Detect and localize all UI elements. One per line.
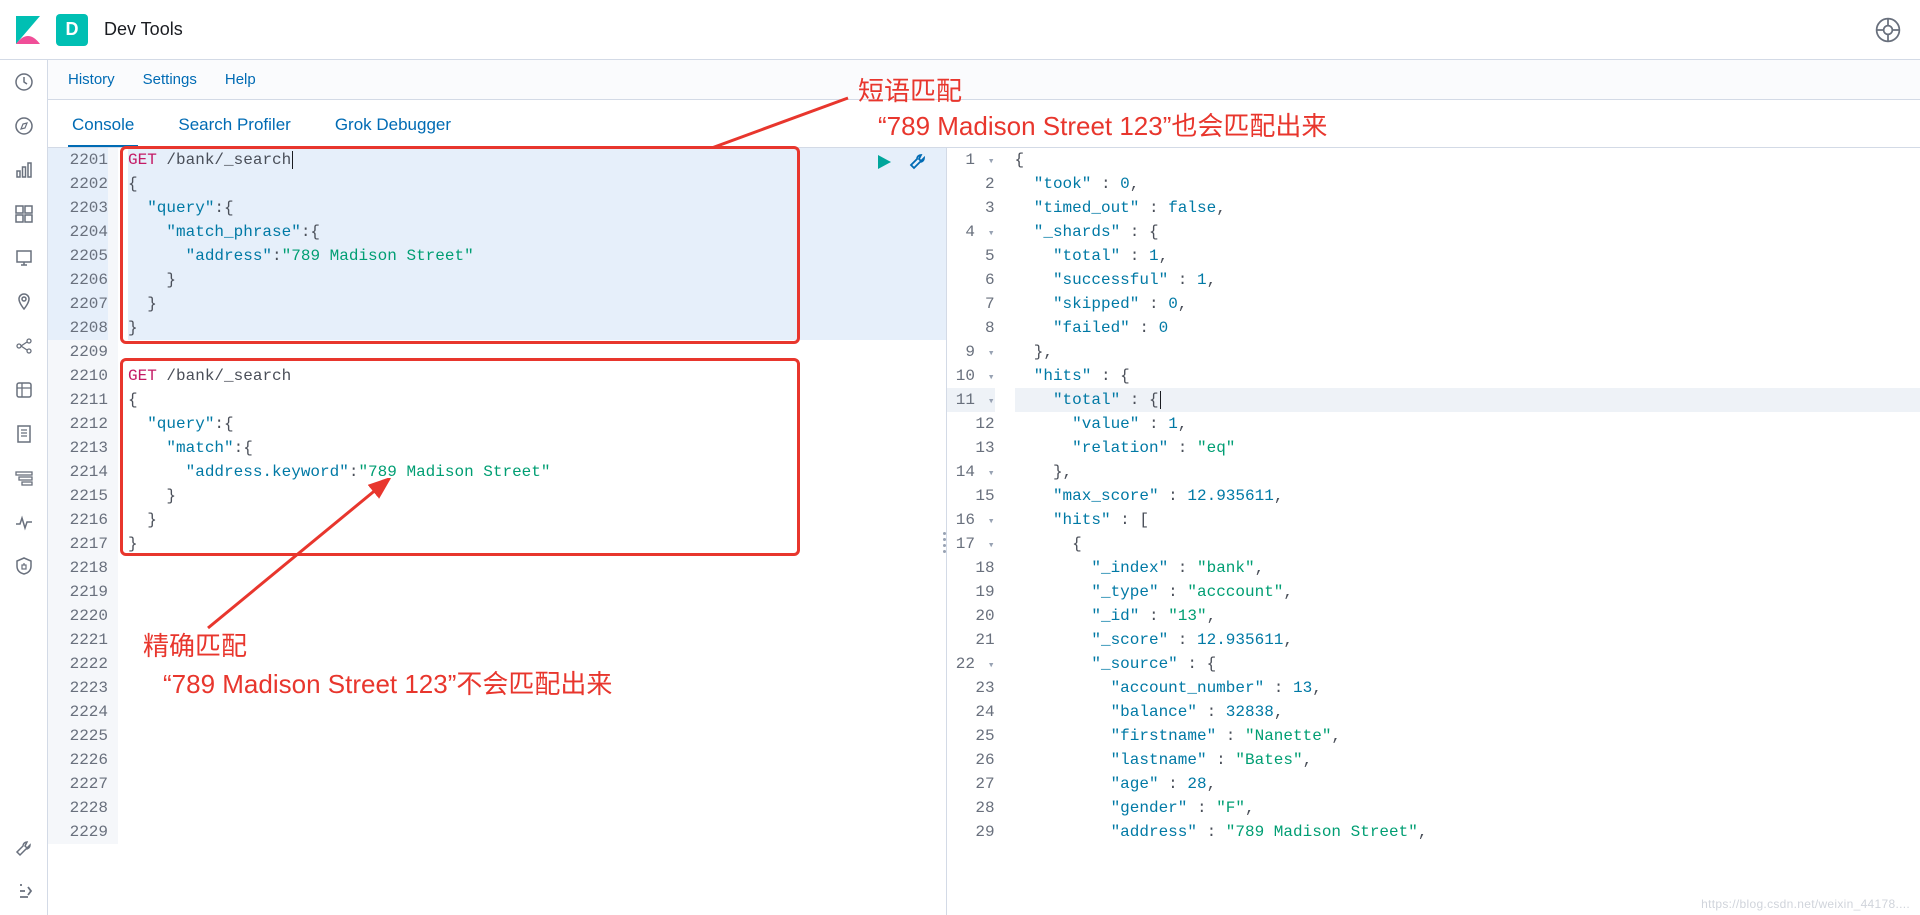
discover-icon[interactable] bbox=[12, 114, 36, 138]
code-line[interactable] bbox=[128, 796, 946, 820]
code-line[interactable]: } bbox=[128, 508, 946, 532]
recent-icon[interactable] bbox=[12, 70, 36, 94]
collapse-icon[interactable] bbox=[12, 879, 36, 903]
code-line[interactable]: } bbox=[128, 268, 946, 292]
infrastructure-icon[interactable] bbox=[12, 378, 36, 402]
apm-icon[interactable] bbox=[12, 466, 36, 490]
code-line[interactable]: } bbox=[128, 292, 946, 316]
code-line[interactable]: "took" : 0, bbox=[1015, 172, 1920, 196]
code-line[interactable]: "lastname" : "Bates", bbox=[1015, 748, 1920, 772]
code-line[interactable] bbox=[128, 676, 946, 700]
code-line[interactable]: "timed_out" : false, bbox=[1015, 196, 1920, 220]
code-line[interactable]: { bbox=[128, 172, 946, 196]
code-line[interactable]: }, bbox=[1015, 340, 1920, 364]
canvas-icon[interactable] bbox=[12, 246, 36, 270]
code-line[interactable]: "total" : { bbox=[1015, 388, 1920, 412]
code-line[interactable]: "_id" : "13", bbox=[1015, 604, 1920, 628]
code-line[interactable]: } bbox=[128, 532, 946, 556]
ml-icon[interactable] bbox=[12, 334, 36, 358]
code-line[interactable]: "skipped" : 0, bbox=[1015, 292, 1920, 316]
code-line[interactable]: "successful" : 1, bbox=[1015, 268, 1920, 292]
code-line[interactable]: "gender" : "F", bbox=[1015, 796, 1920, 820]
code-line[interactable]: } bbox=[128, 316, 946, 340]
code-line[interactable]: "total" : 1, bbox=[1015, 244, 1920, 268]
request-options-icon[interactable] bbox=[908, 152, 928, 172]
code-line[interactable] bbox=[128, 772, 946, 796]
app-icon-letter: D bbox=[66, 19, 79, 40]
code-line[interactable]: "address":"789 Madison Street" bbox=[128, 244, 946, 268]
code-line[interactable]: GET /bank/_search bbox=[128, 364, 946, 388]
code-line[interactable]: "hits" : { bbox=[1015, 364, 1920, 388]
code-line[interactable]: "_score" : 12.935611, bbox=[1015, 628, 1920, 652]
app-icon[interactable]: D bbox=[56, 14, 88, 46]
code-line[interactable]: "_type" : "acccount", bbox=[1015, 580, 1920, 604]
code-line[interactable] bbox=[128, 820, 946, 844]
siem-icon[interactable] bbox=[12, 554, 36, 578]
code-line[interactable] bbox=[128, 748, 946, 772]
visualize-icon[interactable] bbox=[12, 158, 36, 182]
devtools-icon[interactable] bbox=[12, 837, 36, 861]
code-line[interactable]: "value" : 1, bbox=[1015, 412, 1920, 436]
code-line[interactable]: "_index" : "bank", bbox=[1015, 556, 1920, 580]
request-editor[interactable]: 2201220222032204220522062207220822092210… bbox=[48, 148, 946, 915]
tabs: Console Search Profiler Grok Debugger bbox=[48, 100, 1920, 148]
link-history[interactable]: History bbox=[68, 71, 115, 88]
page-title: Dev Tools bbox=[104, 19, 183, 40]
code-line[interactable]: "firstname" : "Nanette", bbox=[1015, 724, 1920, 748]
dashboard-icon[interactable] bbox=[12, 202, 36, 226]
code-line[interactable]: "match":{ bbox=[128, 436, 946, 460]
code-line[interactable] bbox=[128, 604, 946, 628]
code-line[interactable]: "relation" : "eq" bbox=[1015, 436, 1920, 460]
code-line[interactable] bbox=[128, 724, 946, 748]
code-line[interactable]: "match_phrase":{ bbox=[128, 220, 946, 244]
code-line[interactable] bbox=[128, 700, 946, 724]
code-line[interactable]: } bbox=[128, 484, 946, 508]
code-line[interactable] bbox=[128, 652, 946, 676]
send-request-icon[interactable] bbox=[874, 152, 894, 172]
code-line[interactable]: "address.keyword":"789 Madison Street" bbox=[128, 460, 946, 484]
help-lifebuoy-icon[interactable] bbox=[1874, 16, 1902, 44]
topbar: D Dev Tools bbox=[0, 0, 1920, 60]
top-links: History Settings Help bbox=[48, 60, 1920, 100]
code-line[interactable]: { bbox=[1015, 148, 1920, 172]
code-line[interactable]: "_shards" : { bbox=[1015, 220, 1920, 244]
link-help[interactable]: Help bbox=[225, 71, 256, 88]
code-line[interactable]: "query":{ bbox=[128, 412, 946, 436]
code-line[interactable] bbox=[128, 628, 946, 652]
code-line[interactable]: "age" : 28, bbox=[1015, 772, 1920, 796]
code-line[interactable]: "address" : "789 Madison Street", bbox=[1015, 820, 1920, 844]
left-sidebar bbox=[0, 60, 48, 915]
code-line[interactable]: "max_score" : 12.935611, bbox=[1015, 484, 1920, 508]
tab-console[interactable]: Console bbox=[68, 115, 138, 147]
logs-icon[interactable] bbox=[12, 422, 36, 446]
code-line[interactable]: "query":{ bbox=[128, 196, 946, 220]
code-line[interactable] bbox=[128, 556, 946, 580]
code-line[interactable]: { bbox=[1015, 532, 1920, 556]
code-line[interactable]: "_source" : { bbox=[1015, 652, 1920, 676]
code-line[interactable]: "failed" : 0 bbox=[1015, 316, 1920, 340]
code-line[interactable]: }, bbox=[1015, 460, 1920, 484]
code-line[interactable]: { bbox=[128, 388, 946, 412]
response-viewer[interactable]: 1 ▾234 ▾56789 ▾10 ▾11 ▾121314 ▾1516 ▾17 … bbox=[947, 148, 1920, 915]
code-line[interactable] bbox=[128, 580, 946, 604]
maps-icon[interactable] bbox=[12, 290, 36, 314]
code-line[interactable]: GET /bank/_search bbox=[128, 148, 946, 172]
tab-grok-debugger[interactable]: Grok Debugger bbox=[331, 115, 455, 147]
uptime-icon[interactable] bbox=[12, 510, 36, 534]
watermark: https://blog.csdn.net/weixin_44178.... bbox=[1701, 897, 1910, 911]
code-line[interactable]: "account_number" : 13, bbox=[1015, 676, 1920, 700]
code-line[interactable]: "balance" : 32838, bbox=[1015, 700, 1920, 724]
code-line[interactable]: "hits" : [ bbox=[1015, 508, 1920, 532]
link-settings[interactable]: Settings bbox=[143, 71, 197, 88]
tab-search-profiler[interactable]: Search Profiler bbox=[174, 115, 294, 147]
kibana-logo-icon[interactable] bbox=[12, 14, 44, 46]
code-line[interactable] bbox=[128, 340, 946, 364]
